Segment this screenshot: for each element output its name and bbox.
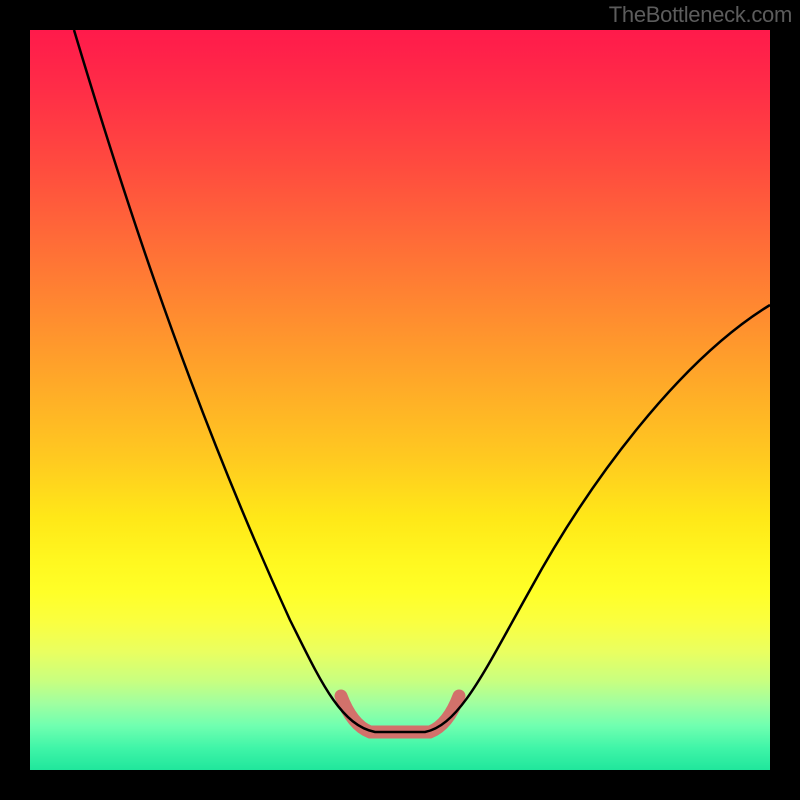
chart-main-curve: [74, 30, 770, 732]
chart-svg: [30, 30, 770, 770]
watermark-text: TheBottleneck.com: [609, 2, 792, 28]
chart-frame: TheBottleneck.com: [0, 0, 800, 800]
